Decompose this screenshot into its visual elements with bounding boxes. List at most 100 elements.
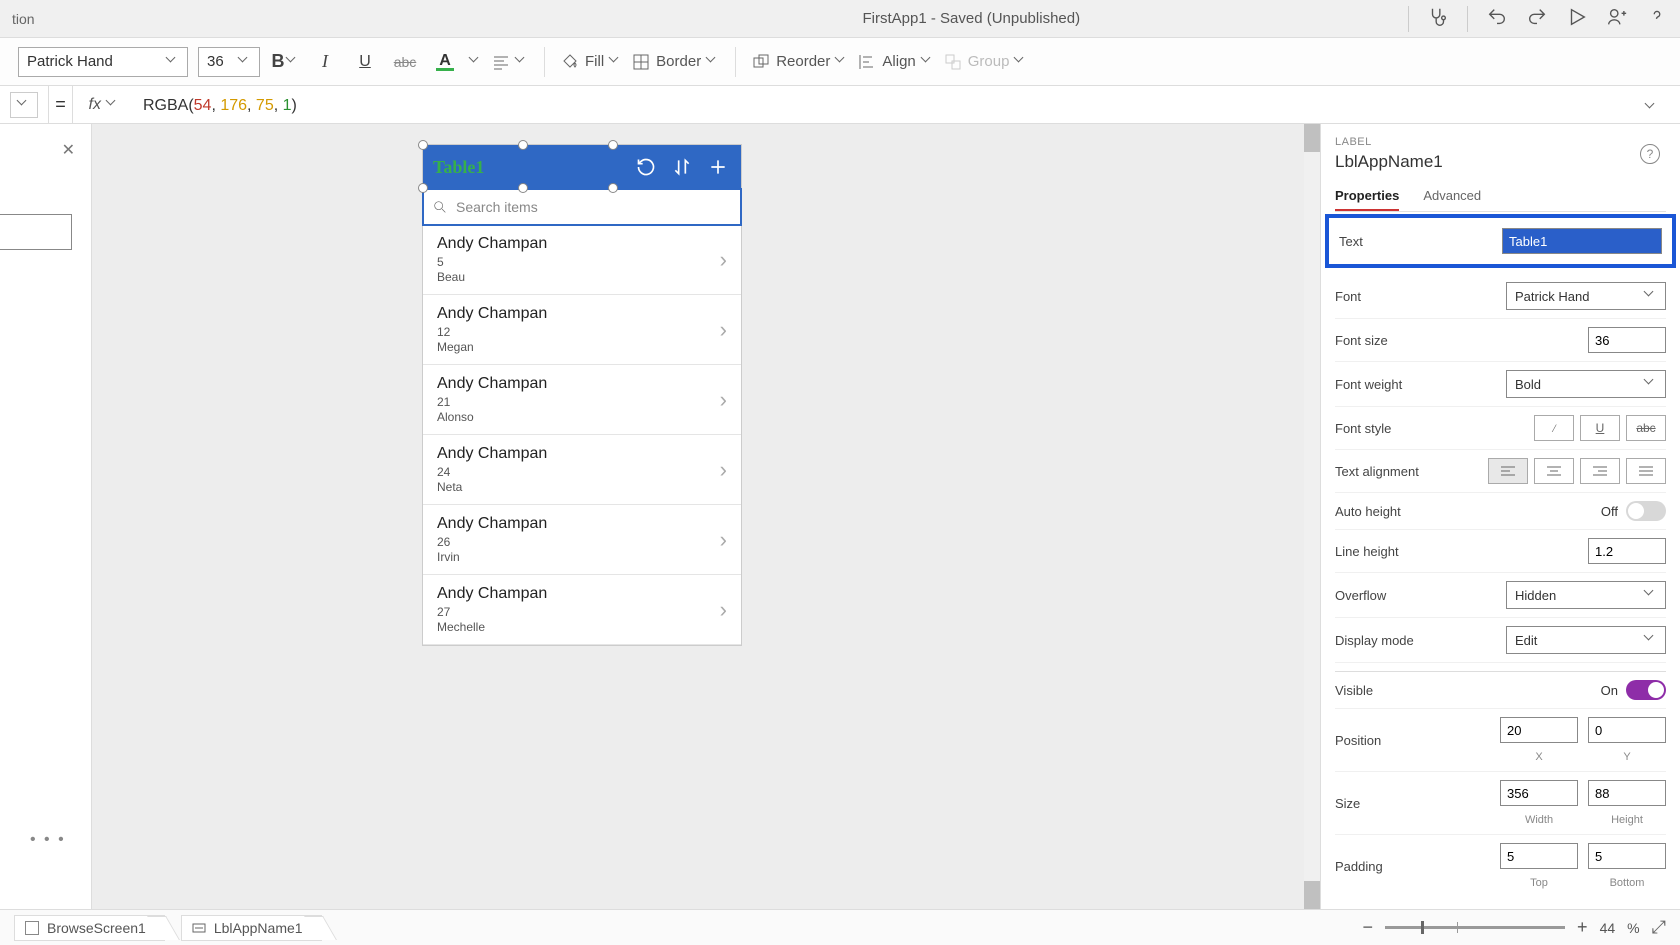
- list-item[interactable]: Andy Champan27Mechelle›: [423, 575, 741, 645]
- italic-button[interactable]: I: [310, 47, 340, 77]
- help-icon[interactable]: ?: [1640, 144, 1660, 164]
- visible-toggle[interactable]: On: [1601, 680, 1666, 700]
- overflow-row: Overflow Hidden: [1335, 573, 1666, 618]
- resize-handle[interactable]: [608, 183, 618, 193]
- fontsize-input[interactable]: [1588, 327, 1666, 353]
- zoom-in[interactable]: +: [1577, 917, 1588, 938]
- more-icon[interactable]: • • •: [30, 831, 66, 849]
- phone-preview: Table1 Search items Andy Champan5Beau›An…: [422, 144, 742, 646]
- displaymode-value: Edit: [1515, 633, 1537, 648]
- chevron-right-icon: ›: [720, 527, 727, 553]
- sort-icon[interactable]: [669, 154, 695, 180]
- zoom-out[interactable]: −: [1363, 917, 1374, 938]
- item-num: 24: [437, 465, 727, 479]
- tab-properties[interactable]: Properties: [1335, 182, 1399, 211]
- canvas[interactable]: Table1 Search items Andy Champan5Beau›An…: [92, 124, 1320, 909]
- undo-icon[interactable]: [1486, 6, 1508, 31]
- text-input[interactable]: [1502, 228, 1662, 254]
- font-family-select[interactable]: Patrick Hand: [18, 47, 188, 77]
- scroll-thumb[interactable]: [1304, 881, 1320, 909]
- breadcrumb-control[interactable]: LblAppName1: [181, 915, 322, 941]
- resize-handle[interactable]: [608, 140, 618, 150]
- chevron-right-icon: ›: [720, 317, 727, 343]
- breadcrumb-screen[interactable]: BrowseScreen1: [14, 915, 165, 941]
- pos-y-input[interactable]: [1588, 717, 1666, 743]
- pos-x-input[interactable]: [1500, 717, 1578, 743]
- chevron-down-icon[interactable]: [470, 56, 482, 68]
- list-item[interactable]: Andy Champan12Megan›: [423, 295, 741, 365]
- resize-handle[interactable]: [418, 140, 428, 150]
- resize-handle[interactable]: [518, 140, 528, 150]
- zoom-thumb[interactable]: [1421, 921, 1424, 934]
- panel-tabs: Properties Advanced: [1335, 182, 1666, 212]
- font-color-button[interactable]: A: [430, 47, 460, 77]
- search-icon: [432, 199, 448, 215]
- pad-top-input[interactable]: [1500, 843, 1578, 869]
- list-item[interactable]: Andy Champan26Irvin›: [423, 505, 741, 575]
- underline-toggle[interactable]: U: [1580, 415, 1620, 441]
- overflow-select[interactable]: Hidden: [1506, 581, 1666, 609]
- search-placeholder: Search items: [456, 199, 538, 215]
- formula-input[interactable]: RGBA(54, 176, 75, 1): [135, 95, 1636, 115]
- lineheight-input[interactable]: [1588, 538, 1666, 564]
- list-item[interactable]: Andy Champan5Beau›: [423, 225, 741, 295]
- border-label: Border: [656, 53, 701, 70]
- property-selector[interactable]: [10, 92, 38, 118]
- formula-expand[interactable]: [1646, 102, 1670, 107]
- refresh-icon[interactable]: [633, 154, 659, 180]
- fill-button[interactable]: Fill: [561, 53, 622, 71]
- underline-button[interactable]: U: [350, 47, 380, 77]
- text-align-button[interactable]: [492, 53, 528, 71]
- align-justify[interactable]: [1626, 458, 1666, 484]
- resize-handle[interactable]: [518, 183, 528, 193]
- zoom-value: 44: [1600, 920, 1616, 936]
- fit-icon[interactable]: ⤢: [1652, 917, 1666, 938]
- close-icon[interactable]: ✕: [62, 140, 75, 160]
- tree-item[interactable]: [0, 214, 72, 250]
- reorder-button[interactable]: Reorder: [752, 53, 848, 71]
- zoom-slider[interactable]: [1385, 926, 1565, 929]
- redo-icon[interactable]: [1526, 6, 1548, 31]
- italic-toggle[interactable]: /: [1534, 415, 1574, 441]
- list-item[interactable]: Andy Champan24Neta›: [423, 435, 741, 505]
- vertical-scrollbar[interactable]: [1304, 124, 1320, 909]
- item-num: 26: [437, 535, 727, 549]
- align-button[interactable]: Align: [858, 53, 933, 71]
- app-title-label[interactable]: Table1: [433, 157, 484, 178]
- autoheight-toggle[interactable]: Off: [1601, 501, 1666, 521]
- align-center[interactable]: [1534, 458, 1574, 484]
- border-button[interactable]: Border: [632, 53, 719, 71]
- breadcrumb-label: BrowseScreen1: [47, 920, 146, 936]
- font-select[interactable]: Patrick Hand: [1506, 282, 1666, 310]
- displaymode-select[interactable]: Edit: [1506, 626, 1666, 654]
- tab-advanced[interactable]: Advanced: [1423, 182, 1481, 211]
- list-item[interactable]: Andy Champan21Alonso›: [423, 365, 741, 435]
- position-row: Position X Y: [1335, 709, 1666, 772]
- pad-bottom-input[interactable]: [1588, 843, 1666, 869]
- width-label: Width: [1525, 814, 1553, 826]
- width-input[interactable]: [1500, 780, 1578, 806]
- height-input[interactable]: [1588, 780, 1666, 806]
- align-right[interactable]: [1580, 458, 1620, 484]
- resize-handle[interactable]: [418, 183, 428, 193]
- align-left[interactable]: [1488, 458, 1528, 484]
- strike-toggle[interactable]: abc: [1626, 415, 1666, 441]
- help-icon[interactable]: [1646, 6, 1668, 31]
- strikethrough-button[interactable]: abc: [390, 47, 420, 77]
- chevron-down-icon: [18, 99, 30, 111]
- separator: [735, 47, 736, 77]
- fontweight-select[interactable]: Bold: [1506, 370, 1666, 398]
- scroll-thumb[interactable]: [1304, 124, 1320, 152]
- play-icon[interactable]: [1566, 6, 1588, 31]
- fx-button[interactable]: fx: [83, 96, 125, 114]
- bold-button[interactable]: B: [270, 47, 300, 77]
- share-icon[interactable]: [1606, 6, 1628, 31]
- displaymode-row: Display mode Edit: [1335, 618, 1666, 663]
- add-icon[interactable]: [705, 154, 731, 180]
- stethoscope-icon[interactable]: [1427, 6, 1449, 31]
- search-input[interactable]: Search items: [422, 188, 742, 226]
- chevron-down-icon: [707, 56, 719, 68]
- prop-label: Line height: [1335, 544, 1399, 559]
- font-size-select[interactable]: 36: [198, 47, 260, 77]
- chevron-down-icon: [922, 56, 934, 68]
